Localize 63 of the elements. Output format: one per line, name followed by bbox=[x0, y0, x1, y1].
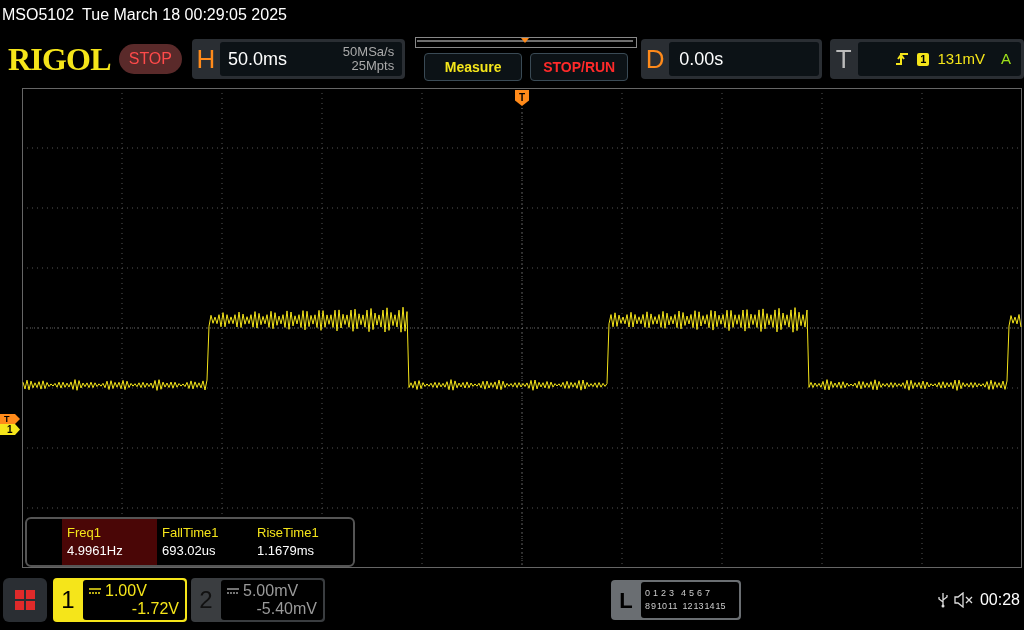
delay-panel[interactable]: D 0.00s bbox=[641, 39, 822, 79]
channel-marker: 1 bbox=[0, 424, 20, 435]
speaker-muted-icon bbox=[953, 592, 974, 608]
logic-label: L bbox=[618, 586, 634, 615]
trigger-level: 131mV bbox=[937, 48, 985, 69]
trigger-label: T bbox=[834, 42, 853, 76]
logic-channel-number: 12 bbox=[682, 600, 693, 613]
trigger-source: 1 bbox=[917, 52, 930, 66]
timebase-value: 50.0ms bbox=[228, 47, 287, 71]
measurement-item[interactable]: RiseTime1 1.1679ms bbox=[252, 519, 347, 565]
measurement-name: FallTime1 bbox=[162, 526, 220, 540]
logic-channel-number: 0 bbox=[645, 587, 650, 600]
channel-offset: -1.72V bbox=[131, 600, 179, 618]
sample-rate: 50MSa/s bbox=[342, 45, 395, 59]
logic-channel-number: 7 bbox=[705, 587, 711, 600]
date-time: Tue March 18 00:29:05 2025 bbox=[82, 5, 287, 25]
logic-channel-number: 4 bbox=[681, 587, 687, 600]
trigger-level-marker: T bbox=[0, 414, 20, 424]
rising-edge-icon bbox=[895, 52, 910, 66]
trigger-panel[interactable]: T 1 131mV A bbox=[829, 39, 1024, 79]
logic-panel[interactable]: L 0 1 2 3 4 5 6 7 891011 12 13 14 15 bbox=[611, 580, 741, 620]
delay-value: 0.00s bbox=[679, 47, 724, 71]
logic-channel-number: 3 bbox=[669, 587, 675, 600]
logic-channel-number: 6 bbox=[697, 587, 703, 600]
measurement-item[interactable]: FallTime1 693.02us bbox=[157, 519, 252, 565]
delay-label: D bbox=[644, 42, 666, 76]
channel-offset: -5.40mV bbox=[256, 600, 317, 618]
channel-number: 1 bbox=[60, 585, 76, 615]
measurement-value: 4.9961Hz bbox=[67, 544, 124, 558]
memory-depth: 25Mpts bbox=[351, 59, 395, 73]
logic-channel-number: 5 bbox=[689, 587, 695, 600]
model-name: MSO5102 bbox=[2, 5, 75, 25]
logic-channel-number: 2 bbox=[661, 587, 667, 600]
run-state-indicator: STOP bbox=[118, 44, 182, 74]
logic-channel-number: 10 bbox=[657, 600, 668, 613]
grid-menu-icon bbox=[14, 589, 36, 611]
trigger-mode: A bbox=[1001, 48, 1011, 69]
channel-panel[interactable]: 1 1.00V -1.72V bbox=[53, 578, 187, 622]
logic-channel-number: 13 bbox=[693, 600, 704, 613]
logic-channel-number: 14 bbox=[704, 600, 715, 613]
measure-button[interactable]: Measure bbox=[424, 53, 523, 81]
logic-channel-number: 9 bbox=[651, 600, 657, 613]
measurement-value: 693.02us bbox=[162, 544, 217, 558]
dc-coupling-icon bbox=[227, 588, 239, 594]
logic-channel-number: 15 bbox=[715, 600, 726, 613]
measurement-name: Freq1 bbox=[67, 526, 102, 540]
usb-icon bbox=[937, 592, 948, 608]
measurement-value: 1.1679ms bbox=[257, 544, 316, 558]
trigger-position-marker: T bbox=[515, 90, 529, 106]
menu-button[interactable] bbox=[3, 578, 47, 622]
logo: RIGOL bbox=[8, 40, 111, 79]
measurement-name: RiseTime1 bbox=[257, 526, 320, 540]
horizontal-panel[interactable]: H 50.0ms 50MSa/s 25Mpts bbox=[192, 39, 406, 79]
logic-channel-number: 1 bbox=[653, 587, 659, 600]
stop-run-button[interactable]: STOP/RUN bbox=[530, 53, 629, 81]
channel-scale: 1.00V bbox=[105, 582, 147, 600]
dc-coupling-icon bbox=[89, 588, 101, 594]
measurement-item[interactable]: Freq1 4.9961Hz bbox=[62, 519, 157, 565]
logic-channel-number: 11 bbox=[668, 600, 678, 613]
logic-channel-number: 8 bbox=[645, 600, 650, 613]
horizontal-label: H bbox=[195, 42, 217, 76]
channel-scale: 5.00mV bbox=[243, 582, 299, 600]
clock-time: 00:28 bbox=[979, 590, 1020, 610]
